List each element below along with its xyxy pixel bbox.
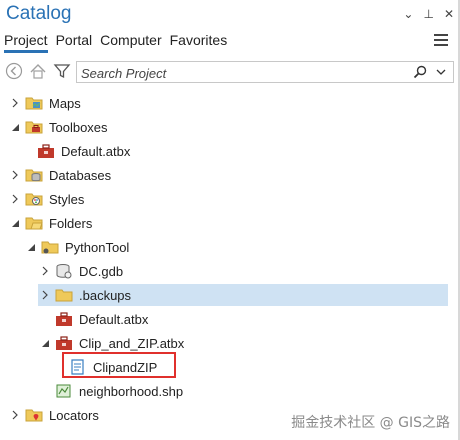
styles-folder-icon <box>25 191 43 207</box>
expand-arrow-icon[interactable] <box>38 288 52 302</box>
search-input[interactable] <box>79 63 403 83</box>
collapse-arrow-icon[interactable] <box>8 216 22 230</box>
tree-item-clip-and-zip-atbx[interactable]: Clip_and_ZIP.atbx <box>38 332 184 354</box>
menu-icon[interactable] <box>434 34 448 49</box>
expand-arrow-icon[interactable] <box>8 168 22 182</box>
folder-icon <box>55 287 73 303</box>
watermark: 掘金技术社区 @ GIS之路 <box>291 415 450 431</box>
tree-item-label: Default.atbx <box>79 311 149 327</box>
tree-item-label: PythonTool <box>65 239 130 255</box>
expand-arrow-icon[interactable] <box>8 192 22 206</box>
tree-item-databases[interactable]: Databases <box>8 164 111 186</box>
collapse-arrow-icon[interactable] <box>8 120 22 134</box>
title-bar: Catalog ⌄ ⊥ ✕ <box>0 0 460 30</box>
tab-computer[interactable]: Computer <box>100 31 161 53</box>
tree-item-styles[interactable]: Styles <box>8 188 84 210</box>
geodatabase-icon <box>55 263 73 279</box>
tree-item-toolboxes[interactable]: Toolboxes <box>8 116 108 138</box>
tree-item-label: Clip_and_ZIP.atbx <box>79 335 185 351</box>
pin-icon[interactable]: ⊥ <box>423 7 433 21</box>
tree-item-backups[interactable]: .backups <box>38 284 448 306</box>
folder-icon <box>41 239 59 255</box>
tree-item-dc-gdb[interactable]: DC.gdb <box>38 260 123 282</box>
panel-title: Catalog <box>6 3 72 24</box>
expand-arrow-icon[interactable] <box>8 408 22 422</box>
tree-item-label: Locators <box>49 407 99 423</box>
tree-item-label: Default.atbx <box>61 143 131 159</box>
search-icon[interactable] <box>413 65 427 84</box>
toolboxes-folder-icon <box>25 119 43 135</box>
window-controls: ⌄ ⊥ ✕ <box>403 7 454 21</box>
tree-item-label: DC.gdb <box>79 263 124 279</box>
tab-bar: Project Portal Computer Favorites <box>4 31 227 53</box>
home-icon[interactable] <box>28 61 48 81</box>
shapefile-icon <box>55 383 73 399</box>
toolbox-icon <box>55 311 73 327</box>
tree-item-label: Styles <box>49 191 85 207</box>
toolbar <box>2 59 458 85</box>
options-dropdown-icon[interactable]: ⌄ <box>403 7 413 21</box>
back-icon[interactable] <box>4 61 24 81</box>
locators-folder-icon <box>25 407 43 423</box>
tree-item-label: Folders <box>49 215 93 231</box>
close-icon[interactable]: ✕ <box>444 7 454 21</box>
tree-item-neighborhood-shp[interactable]: neighborhood.shp <box>38 380 183 402</box>
tab-portal[interactable]: Portal <box>56 31 93 53</box>
tree-item-label: Toolboxes <box>49 119 108 135</box>
tree-item-default-atbx[interactable]: Default.atbx <box>20 140 130 162</box>
search-box <box>76 61 454 83</box>
collapse-arrow-icon[interactable] <box>38 336 52 350</box>
expand-arrow-icon[interactable] <box>8 96 22 110</box>
tab-favorites[interactable]: Favorites <box>170 31 228 53</box>
tree-item-locators[interactable]: Locators <box>8 404 99 426</box>
highlight-box <box>62 352 176 378</box>
expand-arrow-icon[interactable] <box>38 264 52 278</box>
maps-folder-icon <box>25 95 43 111</box>
tree-item-default-atbx-2[interactable]: Default.atbx <box>38 308 148 330</box>
filter-icon[interactable] <box>52 61 72 81</box>
tree-item-pythontool[interactable]: PythonTool <box>24 236 129 258</box>
tree-item-label: neighborhood.shp <box>79 383 184 399</box>
toolbox-icon <box>55 335 73 351</box>
tab-project[interactable]: Project <box>4 31 48 53</box>
tree-item-folders[interactable]: Folders <box>8 212 92 234</box>
folders-folder-icon <box>25 215 43 231</box>
tree-item-maps[interactable]: Maps <box>8 92 81 114</box>
collapse-arrow-icon[interactable] <box>24 240 38 254</box>
databases-folder-icon <box>25 167 43 183</box>
chevron-down-icon[interactable] <box>435 65 447 84</box>
toolbox-icon <box>37 143 55 159</box>
tree-item-label: Databases <box>49 167 112 183</box>
tree-item-label: .backups <box>79 287 132 303</box>
tree-item-label: Maps <box>49 95 81 111</box>
